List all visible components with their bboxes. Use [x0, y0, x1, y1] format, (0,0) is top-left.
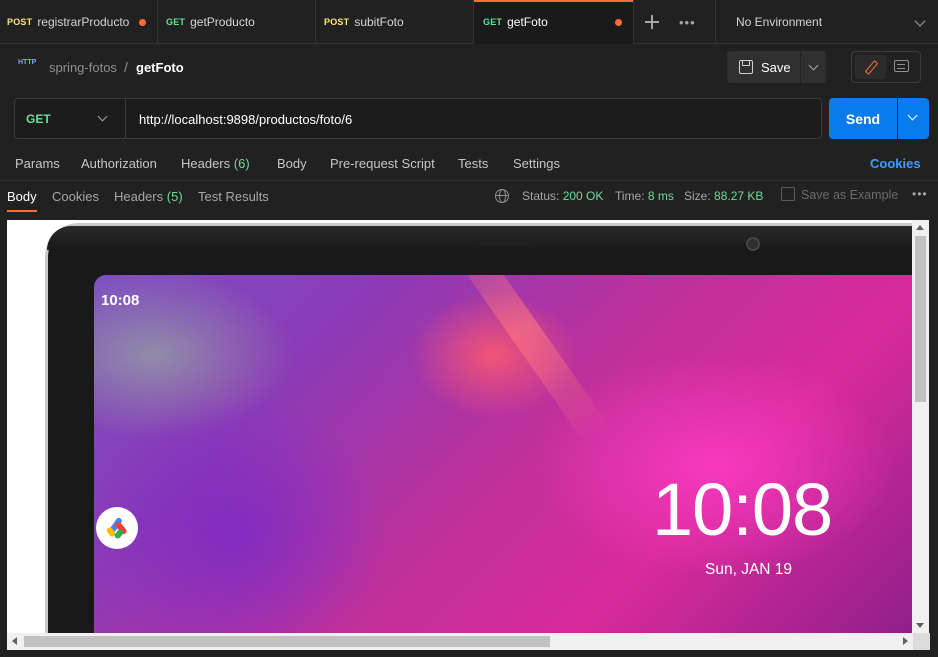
url-bar: GET http://localhost:9898/productos/foto…	[14, 98, 822, 139]
tab-label: Body	[7, 189, 37, 204]
method-label: GET	[26, 112, 51, 126]
tab-method: POST	[324, 17, 350, 27]
tab-label: Headers	[181, 156, 231, 171]
save-disk-icon	[781, 187, 795, 201]
tab-tests[interactable]: Tests	[458, 156, 488, 171]
method-select[interactable]: GET	[15, 99, 126, 138]
tab-body[interactable]: Body	[277, 156, 307, 171]
size-value: 88.27 KB	[714, 189, 764, 203]
comment-icon[interactable]	[894, 60, 909, 72]
scroll-left-arrow-icon[interactable]	[12, 637, 17, 645]
http-icon-label: HTTP	[18, 59, 37, 66]
save-disk-icon	[739, 60, 753, 74]
tab-label: getProducto	[190, 15, 255, 29]
send-button[interactable]: Send	[829, 98, 897, 139]
response-tab-body[interactable]: Body	[7, 189, 37, 204]
environment-label: No Environment	[736, 15, 823, 29]
scrollbar-thumb[interactable]	[915, 236, 926, 402]
scrollbar-corner	[913, 633, 930, 650]
breadcrumb-request-name[interactable]: getFoto	[136, 60, 184, 75]
tab-count: (6)	[233, 156, 250, 171]
status-readout[interactable]: Status: 200 OK	[522, 189, 603, 203]
device-bezel	[47, 226, 913, 250]
size-readout[interactable]: Size: 88.27 KB	[684, 189, 763, 203]
scrollbar-thumb[interactable]	[24, 636, 550, 647]
device-sensor	[475, 241, 535, 246]
device-screen: 10:08 10:08 Sun, JAN 19	[94, 275, 913, 633]
request-tab-bar: POST registrarProducto GET getProducto P…	[0, 0, 938, 44]
unsaved-dot-icon	[615, 19, 622, 26]
time-readout[interactable]: Time: 8 ms	[615, 189, 674, 203]
active-tab-indicator	[7, 210, 37, 212]
scroll-up-arrow-icon[interactable]	[916, 225, 924, 230]
save-dropdown-button[interactable]	[801, 51, 826, 83]
status-bar-time: 10:08	[101, 292, 140, 309]
tab-authorization[interactable]: Authorization	[81, 156, 157, 171]
more-options-ellipsis-icon[interactable]: •••	[912, 187, 928, 201]
status-value: 200 OK	[562, 189, 604, 203]
globe-icon[interactable]	[495, 189, 509, 203]
horizontal-scrollbar[interactable]	[7, 633, 913, 650]
tab-label: Authorization	[81, 156, 157, 171]
tab-subitFoto[interactable]: POST subitFoto	[316, 0, 474, 44]
tab-label: getFoto	[507, 15, 548, 29]
tab-label: Body	[277, 156, 307, 171]
tab-pre-request-script[interactable]: Pre-request Script	[330, 156, 435, 171]
chevron-down-icon	[97, 111, 108, 122]
tab-registrarProducto[interactable]: POST registrarProducto	[0, 0, 158, 44]
breadcrumb-separator: /	[124, 59, 128, 75]
tab-getFoto[interactable]: GET getFoto	[474, 0, 634, 44]
send-dropdown-button[interactable]	[898, 98, 929, 139]
tab-getProducto[interactable]: GET getProducto	[158, 0, 316, 44]
tab-label: Tests	[458, 156, 489, 171]
new-tab-plus-icon[interactable]	[644, 14, 660, 30]
scroll-right-arrow-icon[interactable]	[903, 637, 908, 645]
tab-method: GET	[483, 17, 503, 27]
environment-selector[interactable]: No Environment	[715, 0, 938, 44]
http-icon: HTTP	[18, 59, 38, 77]
unsaved-dot-icon	[139, 19, 146, 26]
wallpaper-streak	[437, 275, 611, 446]
view-mode-group	[851, 51, 921, 83]
tab-label: Headers	[114, 189, 164, 204]
divider	[0, 180, 938, 181]
camera-icon	[746, 237, 760, 251]
response-tab-cookies[interactable]: Cookies	[52, 189, 99, 204]
url-input[interactable]: http://localhost:9898/productos/foto/6	[139, 112, 352, 127]
tab-method: GET	[166, 17, 186, 27]
tab-params[interactable]: Params	[15, 156, 60, 171]
time-label: Time:	[615, 189, 645, 203]
scroll-down-arrow-icon[interactable]	[916, 623, 924, 628]
cookies-link[interactable]: Cookies	[870, 156, 921, 171]
tab-label: Pre-request Script	[330, 156, 435, 171]
chevron-down-icon	[914, 15, 926, 27]
time-value: 8 ms	[647, 189, 674, 203]
edit-pencil-icon[interactable]	[855, 55, 886, 79]
tab-headers[interactable]: Headers (6)	[181, 156, 250, 171]
lock-screen-clock: 10:08	[652, 468, 833, 551]
save-as-example-button[interactable]: Save as Example	[801, 188, 898, 202]
lock-screen-date: Sun, JAN 19	[705, 561, 793, 578]
tab-label: Test Results	[198, 189, 269, 204]
vertical-scrollbar[interactable]	[912, 220, 929, 633]
more-tabs-ellipsis-icon[interactable]: •••	[679, 15, 696, 30]
size-label: Size:	[684, 189, 711, 203]
tab-label: Cookies	[52, 189, 99, 204]
response-tab-test-results[interactable]: Test Results	[198, 189, 269, 204]
tab-label: subitFoto	[354, 15, 404, 29]
tab-method: POST	[7, 17, 33, 27]
response-tab-headers[interactable]: Headers (5)	[114, 189, 183, 204]
response-image-preview: 10:08 10:08 Sun, JAN 19	[7, 220, 913, 633]
tab-label: Settings	[513, 156, 560, 171]
tab-label: Params	[15, 156, 60, 171]
tab-label: registrarProducto	[37, 15, 130, 29]
tab-count: (5)	[166, 189, 183, 204]
tab-settings[interactable]: Settings	[513, 156, 560, 171]
save-label: Save	[761, 59, 791, 75]
save-button[interactable]: Save	[727, 51, 800, 83]
google-assistant-icon	[96, 507, 138, 549]
status-label: Status:	[522, 189, 560, 203]
breadcrumb-collection[interactable]: spring-fotos	[49, 60, 117, 75]
